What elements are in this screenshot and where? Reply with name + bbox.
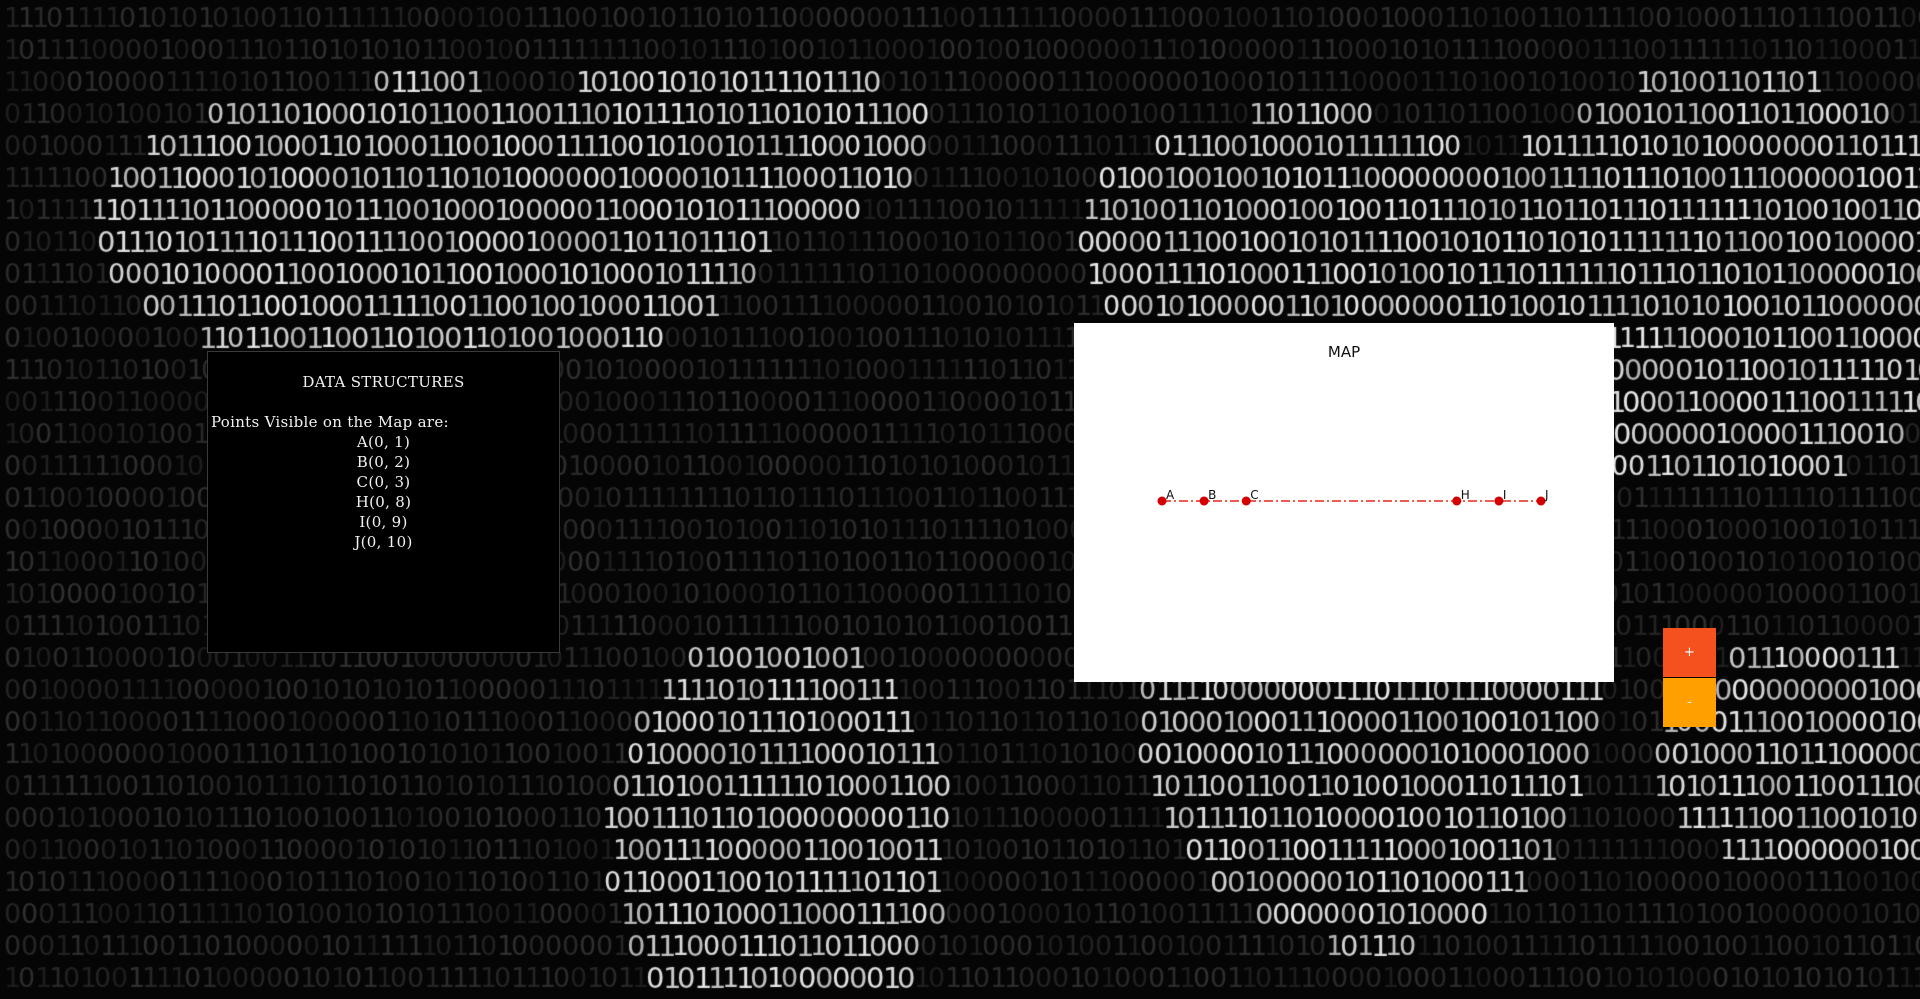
app-screen: DATA STRUCTURES Points Visible on the Ma…	[0, 0, 1920, 999]
map-panel[interactable]: MAP ABCHIJ	[1074, 323, 1614, 682]
list-item: B(0, 2)	[356, 453, 411, 471]
list-item: C(0, 3)	[356, 473, 411, 491]
map-canvas[interactable]: ABCHIJ	[1074, 323, 1614, 682]
data-structures-panel: DATA STRUCTURES Points Visible on the Ma…	[207, 351, 560, 653]
points-list: A(0, 1) B(0, 2) C(0, 3) H(0, 8) I(0, 9) …	[208, 432, 559, 552]
list-item: I(0, 9)	[359, 513, 408, 531]
zoom-in-button[interactable]: +	[1663, 628, 1716, 677]
map-point-label: B	[1208, 488, 1216, 502]
zoom-out-button[interactable]: -	[1663, 678, 1716, 727]
map-point-label: J	[1544, 488, 1549, 502]
list-item: J(0, 10)	[354, 533, 413, 551]
list-item: A(0, 1)	[356, 433, 411, 451]
data-structures-title: DATA STRUCTURES	[302, 373, 465, 391]
points-visible-label: Points Visible on the Map are:	[211, 413, 449, 431]
map-point-label: I	[1503, 488, 1507, 502]
map-point-label: H	[1461, 488, 1470, 502]
map-point-label: C	[1250, 488, 1258, 502]
list-item: H(0, 8)	[355, 493, 412, 511]
map-point-label: A	[1166, 488, 1175, 502]
